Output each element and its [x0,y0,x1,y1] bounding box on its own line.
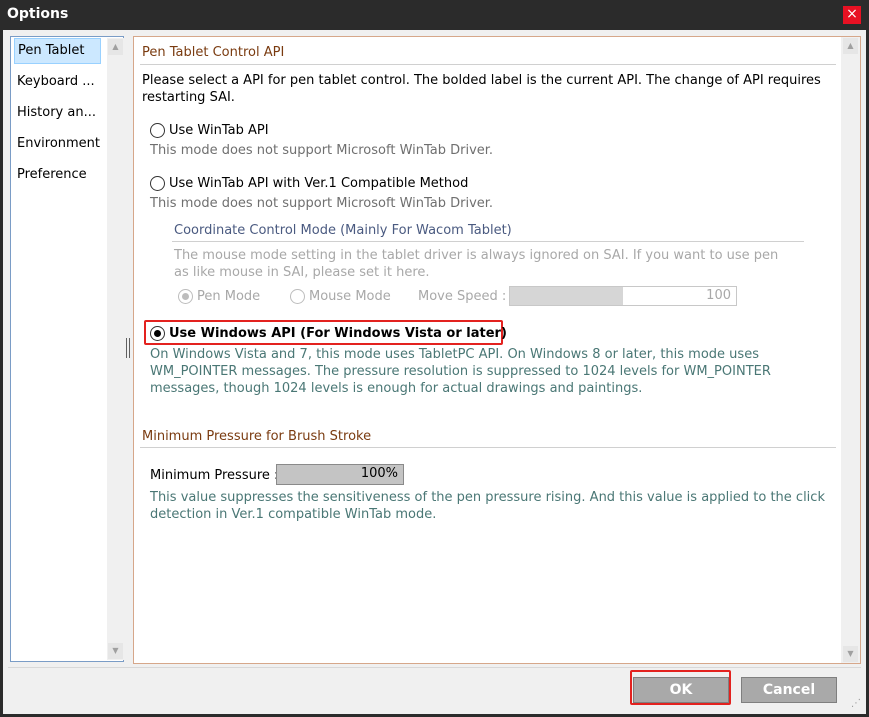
dialog-body: Pen Tablet Keyboard ... History an... En… [3,30,866,714]
move-speed-fill [510,287,623,305]
radio-button[interactable] [178,288,193,304]
minimum-pressure-label: Minimum Pressure : [150,468,279,483]
radio-mouse-mode[interactable]: Mouse Mode [290,286,391,306]
move-speed-label: Move Speed : [418,289,507,304]
move-speed-value: 100 [706,288,731,303]
radio-label: Pen Mode [197,288,261,304]
radio-wintab-api[interactable]: Use WinTab API [150,120,269,140]
scroll-down-icon[interactable]: ▼ [108,643,123,659]
sidebar-item-preference[interactable]: Preference [14,162,101,188]
category-list: Pen Tablet Keyboard ... History an... En… [10,36,124,662]
minimum-pressure-value: 100% [360,466,398,481]
sidebar-item-keyboard[interactable]: Keyboard ... [14,69,101,95]
scroll-up-icon[interactable]: ▲ [843,38,858,54]
sidebar-scrollbar[interactable]: ▲ ▼ [107,38,124,660]
divider [8,667,861,668]
minimum-pressure-slider[interactable]: 100% [276,464,404,485]
radio-button[interactable] [150,325,165,341]
close-icon: × [846,6,858,22]
wintab-note: This mode does not support Microsoft Win… [150,143,494,158]
section-header-minimum-pressure: Minimum Pressure for Brush Stroke [142,429,372,444]
divider [140,447,836,448]
scroll-up-icon[interactable]: ▲ [108,39,123,55]
ok-button[interactable]: OK [633,677,729,703]
radio-label: Use Windows API (For Windows Vista or la… [169,325,507,341]
settings-panel: Pen Tablet Control API Please select a A… [133,36,861,664]
move-speed-slider[interactable]: 100 [509,286,737,306]
radio-button[interactable] [150,175,165,191]
divider [172,241,804,242]
divider [140,64,836,65]
sidebar-item-environment[interactable]: Environment [14,131,101,157]
radio-windows-api[interactable]: Use Windows API (For Windows Vista or la… [150,323,507,343]
title-bar: Options × [0,0,869,30]
windows-api-note: On Windows Vista and 7, this mode uses T… [150,347,771,396]
minimum-pressure-note: This value suppresses the sensitiveness … [150,490,825,522]
settings-scrollbar[interactable]: ▲ ▼ [841,37,860,663]
section-header-pen-tablet-api: Pen Tablet Control API [142,45,285,60]
coordinate-mode-note: The mouse mode setting in the tablet dri… [174,248,779,280]
resize-grip-icon[interactable]: ⋰ [851,698,863,710]
section-header-coordinate-mode: Coordinate Control Mode (Mainly For Waco… [174,223,512,238]
window-title: Options [7,6,69,22]
wintab-v1-note: This mode does not support Microsoft Win… [150,196,494,211]
radio-label: Use WinTab API with Ver.1 Compatible Met… [169,175,469,191]
radio-label: Use WinTab API [169,122,269,138]
api-intro-text: Please select a API for pen tablet contr… [142,73,821,105]
scroll-down-icon[interactable]: ▼ [843,646,858,662]
close-button[interactable]: × [843,6,861,24]
radio-wintab-v1-api[interactable]: Use WinTab API with Ver.1 Compatible Met… [150,173,468,193]
radio-pen-mode[interactable]: Pen Mode [178,286,260,306]
radio-button[interactable] [150,122,165,138]
cancel-button[interactable]: Cancel [741,677,837,703]
radio-button[interactable] [290,288,305,304]
sidebar-item-pen-tablet[interactable]: Pen Tablet [14,38,101,64]
pane-splitter-handle[interactable] [126,338,130,358]
sidebar-item-history[interactable]: History an... [14,100,101,126]
radio-label: Mouse Mode [309,288,391,304]
